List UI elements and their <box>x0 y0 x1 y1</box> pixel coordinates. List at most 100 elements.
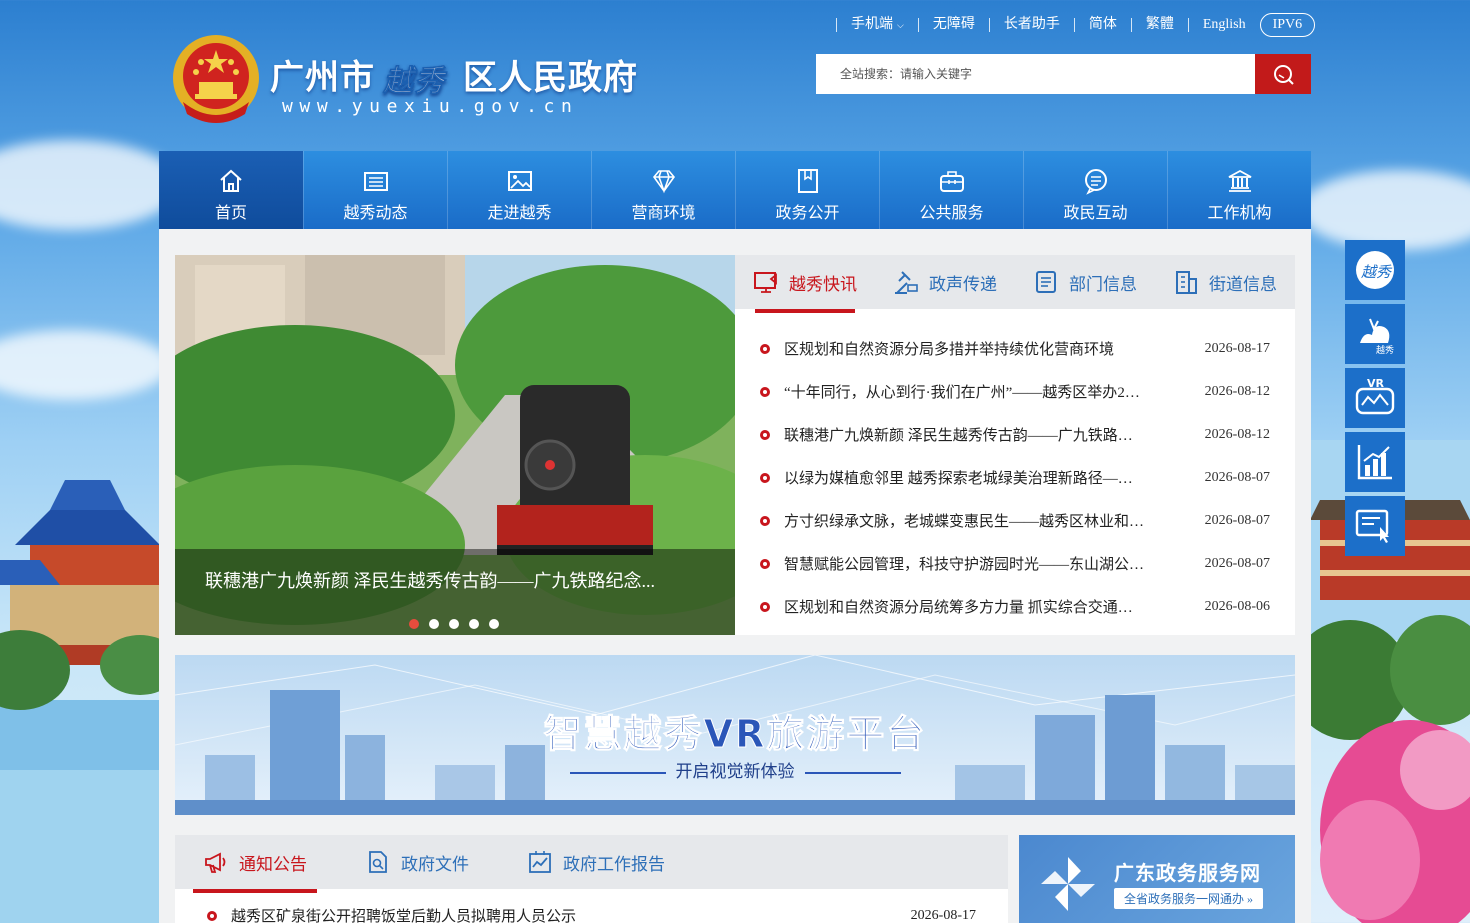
bullet-icon <box>207 910 217 921</box>
slider-dot[interactable] <box>489 619 499 629</box>
news-item[interactable]: 方寸织绿承文脉，老城蝶变惠民生——越秀区林业和… 2026-08-07 <box>760 499 1270 542</box>
yuexiu-logo-icon: 越秀 <box>1356 251 1394 289</box>
nav-business-env[interactable]: 营商环境 <box>591 151 735 229</box>
simplified-chinese-link[interactable]: 简体 <box>1073 18 1131 32</box>
nav-institutions[interactable]: 工作机构 <box>1167 151 1311 229</box>
news-tabs: 越秀快讯 政声传递 部门信息 街道信息 <box>735 255 1295 313</box>
news-item[interactable]: 区规划和自然资源分局统筹多方力量 抓实综合交通… 2026-08-06 <box>760 585 1270 628</box>
side-button-yuexiu-culture[interactable]: 越秀 <box>1345 304 1405 364</box>
search-button[interactable] <box>1255 54 1311 94</box>
newspaper-icon <box>363 172 388 191</box>
slider-dot[interactable] <box>469 619 479 629</box>
nav-enter-yuexiu[interactable]: 走进越秀 <box>447 151 591 229</box>
notice-panel: 通知公告 政府文件 政府工作报告 越秀区矿泉街公开招聘饭堂后勤人员拟聘用人员公示… <box>175 835 1008 923</box>
online-service-icon <box>1355 509 1389 543</box>
picture-icon <box>507 171 532 191</box>
elder-assistant-link[interactable]: 长者助手 <box>988 18 1074 32</box>
notice-item[interactable]: 越秀区矿泉街公开招聘饭堂后勤人员拟聘用人员公示 2026-08-17 <box>175 889 1008 923</box>
side-button-statistics[interactable] <box>1345 432 1405 492</box>
news-item[interactable]: “十年同行，从心到行·我们在广州”——越秀区举办2… 2026-08-12 <box>760 370 1270 413</box>
tab-gov-voice[interactable]: 政声传递 <box>875 255 1015 309</box>
news-title[interactable]: 方寸织绿承文脉，老城蝶变惠民生——越秀区林业和… <box>784 510 1146 531</box>
banner-subtitle: 开启视觉新体验 <box>175 757 1295 782</box>
search-bar <box>816 54 1311 94</box>
statistics-icon <box>1357 445 1392 480</box>
news-title[interactable]: 区规划和自然资源分局多措并举持续优化营商环境 <box>784 338 1146 359</box>
tab-gov-documents[interactable]: 政府文件 <box>355 835 479 889</box>
document-icon <box>1036 271 1056 293</box>
briefcase-icon <box>939 171 964 192</box>
side-button-online-service[interactable] <box>1345 496 1405 556</box>
nav-home[interactable]: 首页 <box>159 151 303 235</box>
mobile-link[interactable]: 手机端 ⌵ <box>836 18 918 32</box>
sun-yatsen-hall-decoration <box>0 480 160 923</box>
tab-label: 政声传递 <box>929 274 997 294</box>
site-url: www.yuexiu.gov.cn <box>282 96 579 117</box>
diamond-icon <box>652 170 675 194</box>
tab-notices[interactable]: 通知公告 <box>193 835 317 893</box>
tab-gov-work-report[interactable]: 政府工作报告 <box>517 835 675 889</box>
news-date: 2026-08-12 <box>1204 383 1270 399</box>
news-date: 2026-08-17 <box>1204 340 1270 356</box>
notice-title[interactable]: 越秀区矿泉街公开招聘饭堂后勤人员拟聘用人员公示 <box>231 905 576 923</box>
screen-icon <box>754 272 777 293</box>
nav-label: 政务公开 <box>775 205 840 222</box>
news-date: 2026-08-07 <box>1204 555 1270 571</box>
slider-caption[interactable]: 联穗港广九焕新颜 泽民生越秀传古韵——广九铁路纪念... <box>205 567 655 593</box>
nav-yuexiu-news[interactable]: 越秀动态 <box>303 151 447 229</box>
vr-icon: VR <box>1355 377 1395 415</box>
traditional-chinese-link[interactable]: 繁體 <box>1130 18 1188 32</box>
news-title[interactable]: 以绿为媒植愈邻里 越秀探索老城绿美治理新路径—… <box>784 467 1146 488</box>
slider-dot[interactable] <box>449 619 459 629</box>
photo-slider[interactable]: 联穗港广九焕新颜 泽民生越秀传古韵——广九铁路纪念... <box>175 255 735 635</box>
tab-dept-info[interactable]: 部门信息 <box>1015 255 1155 309</box>
tab-label: 越秀快讯 <box>789 274 857 294</box>
slider-dot[interactable] <box>429 619 439 629</box>
tab-yuexiu-express[interactable]: 越秀快讯 <box>735 255 875 313</box>
banner-title: 智慧越秀VR旅游平台 <box>543 712 927 757</box>
top-links-bar: 手机端 ⌵ 无障碍 长者助手 简体 繁體 English IPV6 <box>836 13 1316 37</box>
bullet-icon <box>760 472 770 483</box>
vr-tourism-banner[interactable]: 智慧越秀VR旅游平台 开启视觉新体验 <box>175 655 1295 815</box>
tab-street-info[interactable]: 街道信息 <box>1155 255 1295 309</box>
site-title-district: 区人民政府 <box>463 58 638 98</box>
guangdong-gov-service-link[interactable]: 广东政务服务网 全省政务服务一网通办 » <box>1019 835 1295 923</box>
news-title[interactable]: 联穗港广九焕新颜 泽民生越秀传古韵——广九铁路… <box>784 424 1146 445</box>
notice-date: 2026-08-17 <box>910 907 976 923</box>
institution-icon <box>1228 169 1251 192</box>
news-item[interactable]: 区规划和自然资源分局多措并举持续优化营商环境 2026-08-17 <box>760 327 1270 370</box>
search-icon <box>1274 65 1294 85</box>
nav-public-service[interactable]: 公共服务 <box>879 151 1023 229</box>
search-input[interactable] <box>816 54 1255 94</box>
building-icon <box>1176 271 1197 294</box>
bullet-icon <box>760 558 770 569</box>
side-button-vr[interactable]: VR <box>1345 368 1405 428</box>
news-title[interactable]: “十年同行，从心到行·我们在广州”——越秀区举办2… <box>784 381 1146 402</box>
home-icon <box>220 169 242 192</box>
english-link[interactable]: English <box>1187 18 1260 32</box>
main-content: 联穗港广九焕新颜 泽民生越秀传古韵——广九铁路纪念... 越秀快讯 政声传递 部… <box>159 229 1311 923</box>
news-item[interactable]: 智慧赋能公园管理，科技守护游园时光——东山湖公… 2026-08-07 <box>760 542 1270 585</box>
side-button-yuexiu-logo[interactable]: 越秀 <box>1345 240 1405 300</box>
nav-label: 工作机构 <box>1207 205 1272 222</box>
tab-label: 政府文件 <box>401 854 469 874</box>
cloud-decoration <box>1300 170 1470 250</box>
news-date: 2026-08-12 <box>1204 426 1270 442</box>
accessibility-link[interactable]: 无障碍 <box>917 18 989 32</box>
slider-dot[interactable] <box>409 619 419 629</box>
nav-label: 走进越秀 <box>487 205 552 222</box>
news-title[interactable]: 智慧赋能公园管理，科技守护游园时光——东山湖公… <box>784 553 1146 574</box>
bullet-icon <box>760 429 770 440</box>
nav-label: 营商环境 <box>631 205 696 222</box>
svg-text:越秀: 越秀 <box>382 64 448 99</box>
news-item[interactable]: 以绿为媒植愈邻里 越秀探索老城绿美治理新路径—… 2026-08-07 <box>760 456 1270 499</box>
ipv6-badge[interactable]: IPV6 <box>1259 13 1316 37</box>
news-item[interactable]: 联穗港广九焕新颜 泽民生越秀传古韵——广九铁路… 2026-08-12 <box>760 413 1270 456</box>
cloud-decoration <box>0 140 180 230</box>
bullet-icon <box>760 386 770 397</box>
bullet-icon <box>760 515 770 526</box>
file-search-icon <box>369 851 387 873</box>
news-title[interactable]: 区规划和自然资源分局统筹多方力量 抓实综合交通… <box>784 596 1146 617</box>
nav-interaction[interactable]: 政民互动 <box>1023 151 1167 229</box>
nav-gov-affairs[interactable]: 政务公开 <box>735 151 879 229</box>
